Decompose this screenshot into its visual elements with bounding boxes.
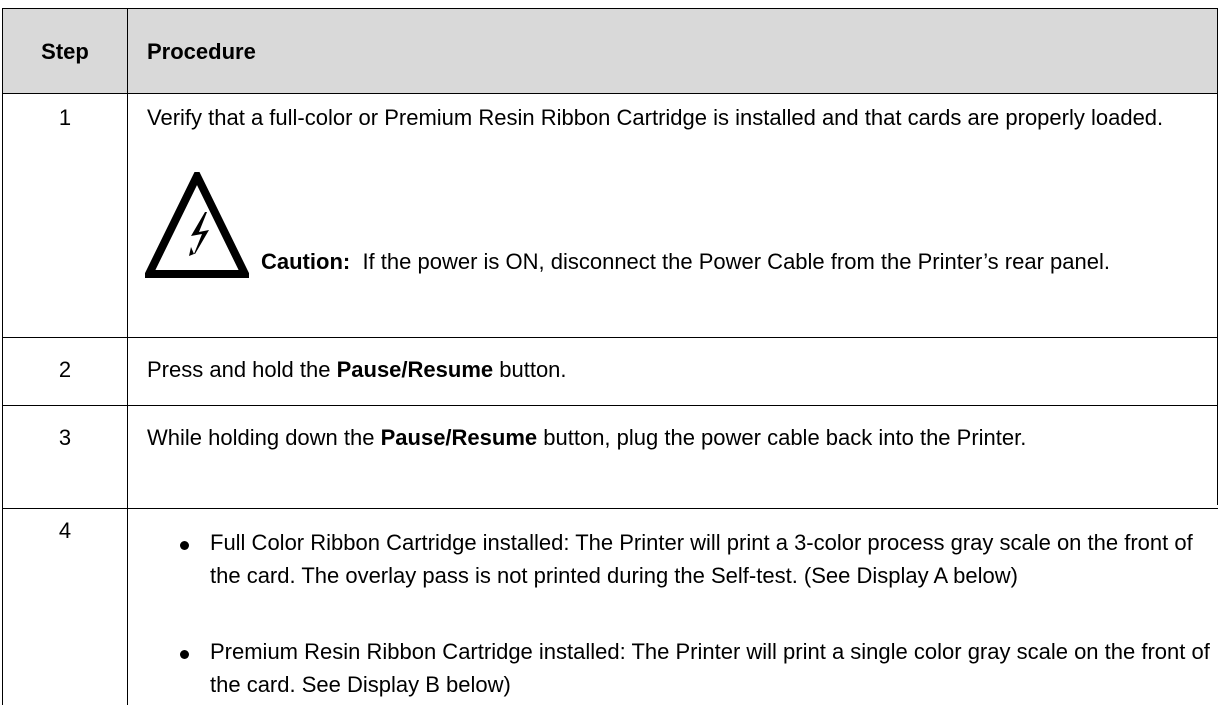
caution-text: If the power is ON, disconnect the Power… <box>362 249 1110 274</box>
pause-resume-label: Pause/Resume <box>380 425 538 450</box>
row-divider <box>2 405 1218 406</box>
bullet-icon <box>180 650 189 659</box>
step-text: While holding down the Pause/Resume butt… <box>147 421 1207 454</box>
table-border-top <box>2 8 1218 9</box>
list-item: Full Color Ribbon Cartridge installed: T… <box>210 530 1193 588</box>
pause-resume-label: Pause/Resume <box>336 357 494 382</box>
step-text-post: button, plug the power cable back into t… <box>543 425 1027 450</box>
table-border-right <box>1217 8 1218 505</box>
step-text-pre: While holding down the <box>147 425 375 450</box>
caution-note: Caution: If the power is ON, disconnect … <box>147 245 1207 278</box>
column-divider <box>127 8 128 705</box>
step-number: 4 <box>58 518 72 543</box>
step-text-post: button. <box>499 357 567 382</box>
caution-label: Caution: <box>261 249 351 274</box>
table-header-divider <box>2 93 1218 94</box>
column-header-step: Step <box>41 39 89 64</box>
step-text: Press and hold the Pause/Resume button. <box>147 353 1207 386</box>
step-text-pre: Press and hold the <box>147 357 331 382</box>
row-divider <box>2 508 1218 509</box>
step-text: Verify that a full-color or Premium Resi… <box>147 105 1164 130</box>
step-number: 2 <box>58 357 72 382</box>
list-item: Premium Resin Ribbon Cartridge installed… <box>210 639 1210 697</box>
row-divider <box>2 337 1218 338</box>
column-header-procedure: Procedure <box>147 39 256 64</box>
step-number: 3 <box>58 425 72 450</box>
table-border-left <box>2 8 3 705</box>
step-number: 1 <box>58 105 72 130</box>
bullet-icon <box>180 541 189 550</box>
